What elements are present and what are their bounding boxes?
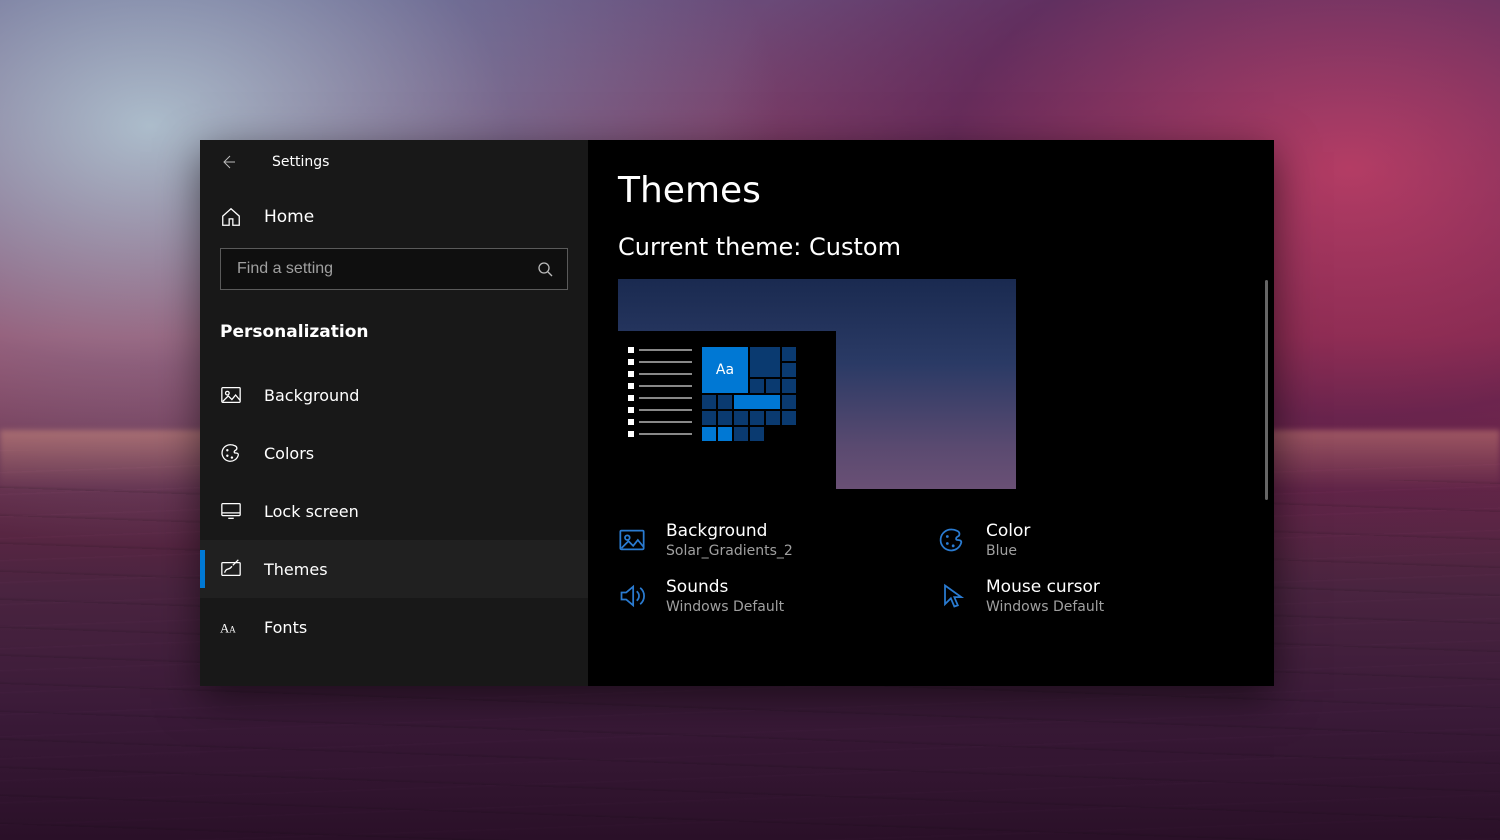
content-pane: Themes Current theme: Custom Aa (588, 140, 1274, 686)
sound-icon (618, 582, 646, 610)
detail-title: Background (666, 521, 793, 541)
arrow-left-icon (219, 153, 237, 171)
preview-tiles: Aa (702, 341, 836, 489)
palette-icon (220, 442, 242, 464)
home-link[interactable]: Home (200, 184, 588, 242)
detail-value: Windows Default (986, 599, 1104, 615)
detail-value: Solar_Gradients_2 (666, 543, 793, 559)
titlebar: Settings (200, 140, 588, 184)
theme-cursor-link[interactable]: Mouse cursor Windows Default (938, 573, 1238, 619)
font-icon: AA (220, 616, 242, 638)
picture-icon (220, 384, 242, 406)
search-input[interactable] (235, 259, 537, 279)
sidebar-item-fonts[interactable]: AA Fonts (200, 598, 588, 656)
theme-sounds-link[interactable]: Sounds Windows Default (618, 573, 938, 619)
window-title: Settings (272, 154, 329, 170)
sidebar-item-label: Colors (264, 444, 314, 463)
theme-preview[interactable]: Aa (618, 279, 1016, 489)
detail-title: Sounds (666, 577, 784, 597)
home-label: Home (264, 207, 314, 227)
theme-background-link[interactable]: Background Solar_Gradients_2 (618, 517, 938, 563)
sidebar-item-lock-screen[interactable]: Lock screen (200, 482, 588, 540)
sidebar-item-label: Themes (264, 560, 328, 579)
detail-title: Mouse cursor (986, 577, 1104, 597)
palette-icon (938, 526, 966, 554)
preview-app-list (618, 341, 692, 489)
back-button[interactable] (218, 152, 238, 172)
settings-window: Settings Home Personalization Background (200, 140, 1274, 686)
cursor-icon (938, 582, 966, 610)
search-icon (537, 261, 553, 277)
paint-icon (220, 558, 242, 580)
monitor-icon (220, 500, 242, 522)
sidebar-item-colors[interactable]: Colors (200, 424, 588, 482)
svg-text:A: A (229, 625, 236, 635)
category-heading: Personalization (200, 300, 588, 356)
home-icon (220, 206, 242, 228)
sidebar-item-label: Lock screen (264, 502, 359, 521)
theme-details: Background Solar_Gradients_2 Color Blue (618, 517, 1274, 619)
picture-icon (618, 526, 646, 554)
search-input-container[interactable] (220, 248, 568, 290)
sidebar-item-label: Fonts (264, 618, 307, 637)
detail-value: Blue (986, 543, 1030, 559)
theme-preview-start-menu: Aa (618, 331, 836, 489)
current-theme-label: Current theme: Custom (618, 233, 1274, 261)
page-title: Themes (618, 170, 1274, 211)
sidebar: Settings Home Personalization Background (200, 140, 588, 686)
sidebar-item-themes[interactable]: Themes (200, 540, 588, 598)
scrollbar[interactable] (1265, 280, 1268, 500)
sidebar-item-background[interactable]: Background (200, 366, 588, 424)
detail-value: Windows Default (666, 599, 784, 615)
nav-list: Background Colors Lock screen Themes (200, 356, 588, 656)
preview-tile-large: Aa (702, 347, 748, 393)
detail-title: Color (986, 521, 1030, 541)
sidebar-item-label: Background (264, 386, 359, 405)
theme-color-link[interactable]: Color Blue (938, 517, 1238, 563)
